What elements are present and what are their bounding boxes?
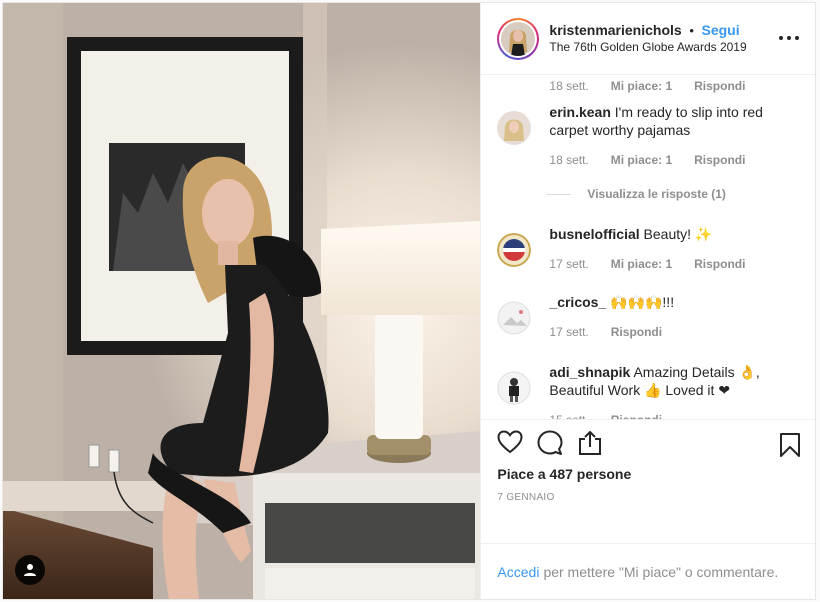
comment-username[interactable]: busnelofficial bbox=[549, 226, 639, 242]
login-prompt: Accedi per mettere "Mi piace" o commenta… bbox=[481, 543, 815, 599]
comment-meta: 18 sett. Mi piace: 1 Rispondi bbox=[549, 77, 767, 95]
post-date: 7 GENNAIO bbox=[497, 492, 555, 503]
comment-likes[interactable]: Mi piace: 1 bbox=[611, 77, 672, 95]
post-container: kristenmarienichols • Segui The 76th Gol… bbox=[2, 2, 816, 600]
action-icons bbox=[497, 430, 617, 459]
comments-list[interactable]: 18 sett. Mi piace: 1 Rispondi erin.kean … bbox=[481, 75, 815, 419]
comment-text: Beauty! ✨ bbox=[643, 226, 713, 242]
save-button[interactable] bbox=[779, 432, 801, 461]
post-photo[interactable] bbox=[3, 3, 481, 599]
comment-reply-button[interactable]: Rispondi bbox=[611, 323, 662, 341]
login-prompt-text: per mettere "Mi piace" o commentare. bbox=[543, 563, 779, 580]
comment-meta: 17 sett. Rispondi bbox=[549, 323, 684, 341]
post-actions: Piace a 487 persone 7 GENNAIO bbox=[481, 419, 815, 543]
follow-button[interactable]: Segui bbox=[702, 22, 740, 38]
comment-meta: 17 sett. Mi piace: 1 Rispondi bbox=[549, 255, 767, 273]
commenter-avatar[interactable] bbox=[497, 111, 532, 145]
share-icon bbox=[579, 430, 602, 455]
commenter-avatar[interactable] bbox=[497, 301, 531, 335]
comment-meta: 15 sett. Rispondi bbox=[549, 411, 799, 419]
view-replies-button[interactable]: Visualizza le risposte (1) bbox=[547, 187, 726, 201]
comment-item: erin.kean I'm ready to slip into red car… bbox=[497, 103, 799, 169]
more-icon bbox=[779, 36, 783, 40]
comment-item: busnelofficial Beauty! ✨ 17 sett. Mi pia… bbox=[497, 225, 799, 273]
comment-username[interactable]: erin.kean bbox=[549, 104, 610, 120]
comment-time: 17 sett. bbox=[549, 257, 589, 271]
author-username[interactable]: kristenmarienichols bbox=[549, 22, 681, 38]
comment-reply-button[interactable]: Rispondi bbox=[694, 77, 745, 95]
header-separator: • bbox=[689, 22, 694, 38]
comment-likes[interactable]: Mi piace: 1 bbox=[611, 255, 672, 273]
photo-illustration bbox=[3, 3, 481, 599]
commenter-avatar[interactable] bbox=[497, 371, 531, 405]
like-button[interactable] bbox=[497, 430, 523, 459]
comment-username[interactable]: _cricos_ bbox=[549, 294, 606, 310]
more-options-button[interactable] bbox=[779, 31, 799, 45]
comment-time: 18 sett. bbox=[549, 79, 589, 93]
comment-button[interactable] bbox=[537, 430, 563, 459]
user-tag-icon bbox=[24, 564, 36, 576]
heart-icon bbox=[497, 430, 523, 454]
likes-count[interactable]: Piace a 487 persone bbox=[497, 466, 631, 482]
commenter-avatar[interactable] bbox=[497, 233, 532, 267]
comment-item: 18 sett. Mi piace: 1 Rispondi bbox=[497, 75, 799, 95]
share-button[interactable] bbox=[577, 430, 603, 459]
user-tag-button[interactable] bbox=[15, 555, 45, 585]
login-link[interactable]: Accedi bbox=[497, 564, 539, 580]
comment-reply-button[interactable]: Rispondi bbox=[694, 151, 745, 169]
comment-time: 17 sett. bbox=[549, 325, 589, 339]
comment-reply-button[interactable]: Rispondi bbox=[611, 411, 662, 419]
bookmark-icon bbox=[780, 433, 800, 457]
post-side-panel: kristenmarienichols • Segui The 76th Gol… bbox=[480, 3, 815, 599]
comment-item: adi_shnapik Amazing Details 👌, Beautiful… bbox=[497, 363, 799, 419]
comment-likes[interactable]: Mi piace: 1 bbox=[611, 151, 672, 169]
comment-icon bbox=[537, 430, 563, 455]
comment-reply-button[interactable]: Rispondi bbox=[694, 255, 745, 273]
header-text: kristenmarienichols • Segui The 76th Gol… bbox=[549, 22, 746, 56]
comment-meta: 18 sett. Mi piace: 1 Rispondi bbox=[549, 151, 799, 169]
author-avatar[interactable] bbox=[497, 17, 540, 60]
post-location[interactable]: The 76th Golden Globe Awards 2019 bbox=[549, 39, 746, 56]
comment-time: 18 sett. bbox=[549, 153, 589, 167]
comment-text: 🙌🙌🙌!!! bbox=[610, 294, 675, 310]
post-header: kristenmarienichols • Segui The 76th Gol… bbox=[481, 3, 815, 75]
comment-username[interactable]: adi_shnapik bbox=[549, 364, 630, 380]
comment-item: _cricos_ 🙌🙌🙌!!! 17 sett. Rispondi bbox=[497, 293, 799, 341]
comment-time: 15 sett. bbox=[549, 411, 588, 419]
